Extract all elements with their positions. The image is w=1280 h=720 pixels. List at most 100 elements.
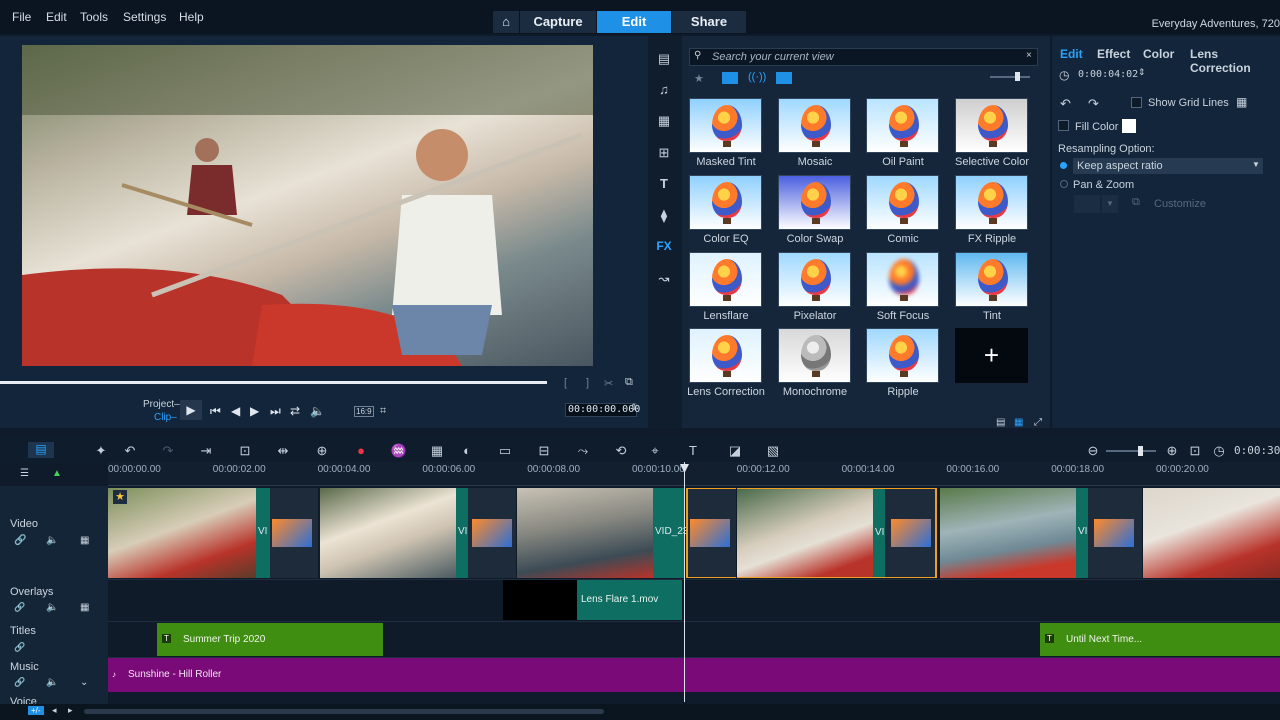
thumbnail-size-slider[interactable] <box>990 76 1030 78</box>
options-toggle-icon[interactable]: ⤢ <box>1034 417 1042 428</box>
time-ruler[interactable] <box>108 462 1280 486</box>
clip-mode-label[interactable]: Clip– <box>154 412 177 423</box>
effect-thumbnail[interactable] <box>866 98 939 153</box>
effect-thumbnail[interactable] <box>689 98 762 153</box>
tools-icon[interactable]: ✦ <box>92 443 110 458</box>
video-clip-selected[interactable] <box>737 488 873 578</box>
tab-options-color[interactable]: Color <box>1143 47 1174 61</box>
track-manager-icon[interactable]: ☰ <box>20 468 29 479</box>
transition-clip[interactable]: VI <box>256 488 270 578</box>
repeat-icon[interactable]: ⇄ <box>290 404 300 418</box>
go-end-icon[interactable]: ⏭ <box>270 404 281 419</box>
tab-capture[interactable]: Capture <box>520 11 596 33</box>
overlay-lock-icon[interactable]: ▦ <box>80 602 89 613</box>
color-grading-icon[interactable]: ◪ <box>726 443 744 458</box>
horizontal-scrollbar[interactable] <box>84 709 604 714</box>
zoom-handle[interactable] <box>1138 446 1143 456</box>
trim-icon[interactable]: ⊡ <box>236 443 254 458</box>
overlay-mute-icon[interactable]: 🔈 <box>46 602 58 613</box>
instant-project-icon[interactable]: ▦ <box>655 113 673 129</box>
loop-icon[interactable]: ⟲ <box>612 443 630 458</box>
title-icon[interactable]: T <box>655 176 673 192</box>
view-video-icon[interactable] <box>722 72 738 84</box>
fill-color-swatch[interactable] <box>1122 119 1136 133</box>
rotate-right-icon[interactable]: ↷ <box>1088 96 1099 112</box>
rotate-left-icon[interactable]: ↶ <box>1060 96 1071 112</box>
overlay-thumb[interactable] <box>503 580 577 620</box>
pan-zoom-preset[interactable] <box>1074 195 1100 213</box>
effect-thumbnail[interactable] <box>866 175 939 230</box>
home-tab[interactable]: ⌂ <box>493 11 519 33</box>
thumbnail-size-handle[interactable] <box>1015 72 1020 81</box>
keep-aspect-radio[interactable] <box>1060 162 1067 169</box>
pan-zoom-radio[interactable] <box>1060 180 1068 188</box>
mark-in-icon[interactable]: [ <box>564 377 567 389</box>
menu-help[interactable]: Help <box>179 10 204 24</box>
audio-icon[interactable]: ♫ <box>655 82 673 98</box>
fit-icon[interactable]: ⇥ <box>197 443 215 458</box>
effect-thumbnail[interactable] <box>689 328 762 383</box>
music-expand-icon[interactable]: ⌄ <box>80 677 88 688</box>
crop-icon[interactable]: ⌗ <box>380 405 386 418</box>
customize-button[interactable]: Customize <box>1154 198 1206 210</box>
storyboard-view-icon[interactable]: ▤ <box>28 442 54 458</box>
split-icon[interactable]: ✂ <box>604 377 613 390</box>
resampling-select[interactable]: Keep aspect ratio <box>1073 158 1263 174</box>
enlarge-icon[interactable]: ⧉ <box>625 376 633 389</box>
motion-icon[interactable]: ⤳ <box>574 443 592 458</box>
music-link-icon[interactable]: 🔗 <box>14 677 25 688</box>
effect-thumbnail[interactable] <box>955 98 1028 153</box>
media-icon[interactable]: ▤ <box>655 51 673 67</box>
tab-options-effect[interactable]: Effect <box>1097 47 1130 61</box>
tab-options-edit[interactable]: Edit <box>1060 47 1083 61</box>
effect-thumbnail[interactable] <box>778 328 851 383</box>
customize-icon[interactable]: ⧉ <box>1132 196 1140 209</box>
view-audio-icon[interactable]: ((·)) <box>748 71 766 83</box>
video-mute-icon[interactable]: 🔈 <box>46 535 58 546</box>
scrubber-bar[interactable] <box>0 381 547 384</box>
audio-mixer-icon[interactable]: ♒ <box>390 443 408 458</box>
overlay-link-icon[interactable]: 🔗 <box>14 602 25 613</box>
mark-out-icon[interactable]: ] <box>586 377 589 389</box>
menu-tools[interactable]: Tools <box>80 10 108 24</box>
menu-settings[interactable]: Settings <box>123 10 166 24</box>
subtitle-icon[interactable]: ▭ <box>496 443 514 458</box>
video-clip[interactable] <box>517 488 653 578</box>
ripple-icon[interactable]: ⇹ <box>274 443 292 458</box>
duration-field[interactable]: 0:00:04:02 <box>1078 69 1140 82</box>
split-screen-icon[interactable]: ⊟ <box>535 443 553 458</box>
transition-clip[interactable]: VI <box>1076 488 1088 578</box>
fill-color-checkbox[interactable] <box>1058 120 1069 131</box>
zoom-in-icon[interactable]: ⊕ <box>1163 443 1181 458</box>
favorites-icon[interactable]: ★ <box>694 72 704 85</box>
track-icon[interactable]: ⌖ <box>646 443 664 458</box>
title-3d-icon[interactable]: T <box>684 443 702 458</box>
volume-icon[interactable]: 🔈 <box>310 404 325 418</box>
video-lock-icon[interactable]: ▦ <box>80 535 89 546</box>
video-clip[interactable] <box>320 488 456 578</box>
painting-icon[interactable]: ▧ <box>764 443 782 458</box>
redo-icon[interactable]: ↷ <box>159 443 177 458</box>
transition-clip[interactable]: VI <box>456 488 468 578</box>
timecode-stepper-icon[interactable]: ⇕ <box>630 402 638 413</box>
play-button[interactable]: ▶ <box>180 400 202 420</box>
go-start-icon[interactable]: ⏮ <box>210 404 221 419</box>
transition-clip[interactable]: VID_23 <box>653 488 688 578</box>
scroll-right-icon[interactable]: ▸ <box>68 705 73 716</box>
effect-thumbnail[interactable] <box>866 252 939 307</box>
undo-icon[interactable]: ↶ <box>121 443 139 458</box>
multicam-icon[interactable]: ▦ <box>428 443 446 458</box>
show-grid-checkbox[interactable] <box>1131 97 1142 108</box>
titles-link-icon[interactable]: 🔗 <box>14 642 25 653</box>
list-view-icon[interactable]: ▤ <box>996 417 1005 428</box>
music-mute-icon[interactable]: 🔈 <box>46 677 58 688</box>
tab-edit[interactable]: Edit <box>597 11 671 33</box>
playhead[interactable] <box>684 462 685 702</box>
video-clip[interactable] <box>1143 488 1280 578</box>
path-icon[interactable]: ↝ <box>655 271 673 287</box>
timecode-display[interactable]: 00:00:00.000 <box>565 403 640 417</box>
next-frame-icon[interactable]: ▶ <box>250 404 259 418</box>
templates-icon[interactable]: ⊞ <box>655 145 673 161</box>
effect-thumbnail[interactable] <box>778 252 851 307</box>
record-icon[interactable]: ● <box>352 443 370 458</box>
